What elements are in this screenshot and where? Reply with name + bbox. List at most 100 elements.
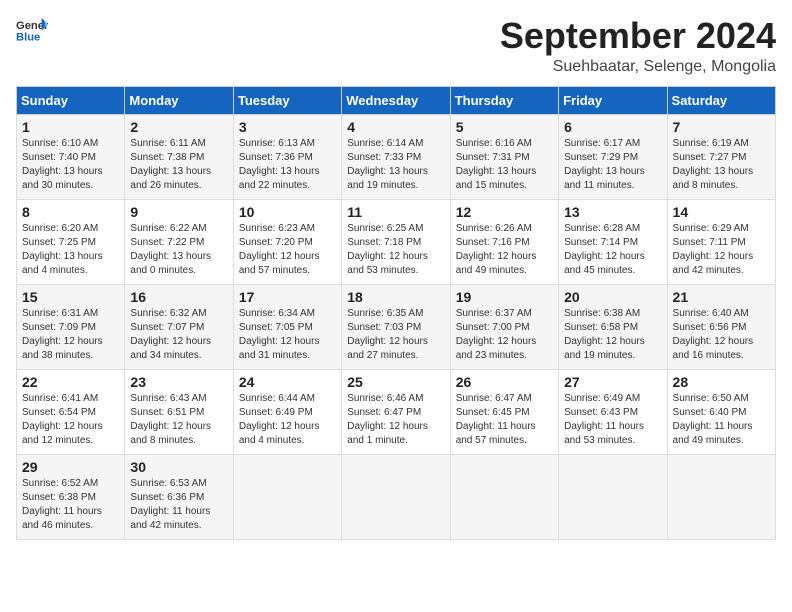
day-info: Sunrise: 6:50 AMSunset: 6:40 PMDaylight:… (673, 392, 770, 448)
day-info: Sunrise: 6:17 AMSunset: 7:29 PMDaylight:… (564, 137, 661, 193)
calendar-cell-0-6: 7 Sunrise: 6:19 AMSunset: 7:27 PMDayligh… (667, 114, 775, 199)
calendar-cell-1-6: 14 Sunrise: 6:29 AMSunset: 7:11 PMDaylig… (667, 199, 775, 284)
location-title: Suehbaatar, Selenge, Mongolia (500, 58, 776, 76)
calendar-table: SundayMondayTuesdayWednesdayThursdayFrid… (16, 86, 776, 540)
page-header: General Blue September 2024 Suehbaatar, … (16, 16, 776, 76)
day-info: Sunrise: 6:20 AMSunset: 7:25 PMDaylight:… (22, 222, 119, 278)
svg-text:Blue: Blue (16, 31, 40, 43)
day-info: Sunrise: 6:22 AMSunset: 7:22 PMDaylight:… (130, 222, 227, 278)
day-info: Sunrise: 6:28 AMSunset: 7:14 PMDaylight:… (564, 222, 661, 278)
day-info: Sunrise: 6:44 AMSunset: 6:49 PMDaylight:… (239, 392, 336, 448)
calendar-cell-3-2: 24 Sunrise: 6:44 AMSunset: 6:49 PMDaylig… (233, 369, 341, 454)
calendar-cell-4-5 (559, 454, 667, 539)
day-number: 30 (130, 459, 227, 475)
day-info: Sunrise: 6:53 AMSunset: 6:36 PMDaylight:… (130, 477, 227, 533)
calendar-cell-4-1: 30 Sunrise: 6:53 AMSunset: 6:36 PMDaylig… (125, 454, 233, 539)
day-info: Sunrise: 6:46 AMSunset: 6:47 PMDaylight:… (347, 392, 444, 448)
day-number: 15 (22, 289, 119, 305)
calendar-week-2: 8 Sunrise: 6:20 AMSunset: 7:25 PMDayligh… (17, 199, 776, 284)
calendar-cell-0-3: 4 Sunrise: 6:14 AMSunset: 7:33 PMDayligh… (342, 114, 450, 199)
calendar-cell-1-5: 13 Sunrise: 6:28 AMSunset: 7:14 PMDaylig… (559, 199, 667, 284)
day-info: Sunrise: 6:10 AMSunset: 7:40 PMDaylight:… (22, 137, 119, 193)
calendar-cell-0-1: 2 Sunrise: 6:11 AMSunset: 7:38 PMDayligh… (125, 114, 233, 199)
day-number: 29 (22, 459, 119, 475)
day-info: Sunrise: 6:35 AMSunset: 7:03 PMDaylight:… (347, 307, 444, 363)
calendar-cell-4-3 (342, 454, 450, 539)
day-number: 23 (130, 374, 227, 390)
day-number: 25 (347, 374, 444, 390)
day-number: 21 (673, 289, 770, 305)
day-info: Sunrise: 6:34 AMSunset: 7:05 PMDaylight:… (239, 307, 336, 363)
day-number: 1 (22, 119, 119, 135)
calendar-cell-3-4: 26 Sunrise: 6:47 AMSunset: 6:45 PMDaylig… (450, 369, 558, 454)
calendar-week-1: 1 Sunrise: 6:10 AMSunset: 7:40 PMDayligh… (17, 114, 776, 199)
calendar-cell-4-2 (233, 454, 341, 539)
calendar-cell-0-2: 3 Sunrise: 6:13 AMSunset: 7:36 PMDayligh… (233, 114, 341, 199)
day-number: 8 (22, 204, 119, 220)
day-number: 18 (347, 289, 444, 305)
day-info: Sunrise: 6:13 AMSunset: 7:36 PMDaylight:… (239, 137, 336, 193)
day-info: Sunrise: 6:25 AMSunset: 7:18 PMDaylight:… (347, 222, 444, 278)
day-info: Sunrise: 6:31 AMSunset: 7:09 PMDaylight:… (22, 307, 119, 363)
day-info: Sunrise: 6:16 AMSunset: 7:31 PMDaylight:… (456, 137, 553, 193)
weekday-header-row: SundayMondayTuesdayWednesdayThursdayFrid… (17, 86, 776, 114)
day-number: 14 (673, 204, 770, 220)
calendar-week-3: 15 Sunrise: 6:31 AMSunset: 7:09 PMDaylig… (17, 284, 776, 369)
calendar-cell-2-1: 16 Sunrise: 6:32 AMSunset: 7:07 PMDaylig… (125, 284, 233, 369)
calendar-cell-2-4: 19 Sunrise: 6:37 AMSunset: 7:00 PMDaylig… (450, 284, 558, 369)
calendar-cell-3-5: 27 Sunrise: 6:49 AMSunset: 6:43 PMDaylig… (559, 369, 667, 454)
weekday-header-monday: Monday (125, 86, 233, 114)
weekday-header-thursday: Thursday (450, 86, 558, 114)
day-info: Sunrise: 6:41 AMSunset: 6:54 PMDaylight:… (22, 392, 119, 448)
calendar-cell-4-6 (667, 454, 775, 539)
day-info: Sunrise: 6:40 AMSunset: 6:56 PMDaylight:… (673, 307, 770, 363)
calendar-cell-1-4: 12 Sunrise: 6:26 AMSunset: 7:16 PMDaylig… (450, 199, 558, 284)
calendar-cell-2-0: 15 Sunrise: 6:31 AMSunset: 7:09 PMDaylig… (17, 284, 125, 369)
day-number: 11 (347, 204, 444, 220)
calendar-cell-1-2: 10 Sunrise: 6:23 AMSunset: 7:20 PMDaylig… (233, 199, 341, 284)
calendar-cell-2-5: 20 Sunrise: 6:38 AMSunset: 6:58 PMDaylig… (559, 284, 667, 369)
day-number: 20 (564, 289, 661, 305)
logo-icon: General Blue (16, 16, 48, 44)
calendar-cell-3-1: 23 Sunrise: 6:43 AMSunset: 6:51 PMDaylig… (125, 369, 233, 454)
calendar-cell-2-6: 21 Sunrise: 6:40 AMSunset: 6:56 PMDaylig… (667, 284, 775, 369)
calendar-cell-0-0: 1 Sunrise: 6:10 AMSunset: 7:40 PMDayligh… (17, 114, 125, 199)
day-number: 17 (239, 289, 336, 305)
calendar-cell-4-0: 29 Sunrise: 6:52 AMSunset: 6:38 PMDaylig… (17, 454, 125, 539)
calendar-cell-3-3: 25 Sunrise: 6:46 AMSunset: 6:47 PMDaylig… (342, 369, 450, 454)
calendar-week-5: 29 Sunrise: 6:52 AMSunset: 6:38 PMDaylig… (17, 454, 776, 539)
day-info: Sunrise: 6:37 AMSunset: 7:00 PMDaylight:… (456, 307, 553, 363)
day-number: 16 (130, 289, 227, 305)
weekday-header-tuesday: Tuesday (233, 86, 341, 114)
day-number: 5 (456, 119, 553, 135)
day-info: Sunrise: 6:23 AMSunset: 7:20 PMDaylight:… (239, 222, 336, 278)
day-number: 6 (564, 119, 661, 135)
weekday-header-sunday: Sunday (17, 86, 125, 114)
weekday-header-friday: Friday (559, 86, 667, 114)
calendar-cell-4-4 (450, 454, 558, 539)
day-number: 22 (22, 374, 119, 390)
day-info: Sunrise: 6:14 AMSunset: 7:33 PMDaylight:… (347, 137, 444, 193)
weekday-header-saturday: Saturday (667, 86, 775, 114)
weekday-header-wednesday: Wednesday (342, 86, 450, 114)
logo: General Blue (16, 16, 48, 44)
day-info: Sunrise: 6:19 AMSunset: 7:27 PMDaylight:… (673, 137, 770, 193)
day-number: 26 (456, 374, 553, 390)
title-block: September 2024 Suehbaatar, Selenge, Mong… (500, 16, 776, 76)
day-info: Sunrise: 6:11 AMSunset: 7:38 PMDaylight:… (130, 137, 227, 193)
day-number: 7 (673, 119, 770, 135)
day-info: Sunrise: 6:43 AMSunset: 6:51 PMDaylight:… (130, 392, 227, 448)
day-info: Sunrise: 6:49 AMSunset: 6:43 PMDaylight:… (564, 392, 661, 448)
calendar-week-4: 22 Sunrise: 6:41 AMSunset: 6:54 PMDaylig… (17, 369, 776, 454)
calendar-cell-3-6: 28 Sunrise: 6:50 AMSunset: 6:40 PMDaylig… (667, 369, 775, 454)
day-number: 28 (673, 374, 770, 390)
day-number: 24 (239, 374, 336, 390)
day-info: Sunrise: 6:29 AMSunset: 7:11 PMDaylight:… (673, 222, 770, 278)
calendar-cell-0-4: 5 Sunrise: 6:16 AMSunset: 7:31 PMDayligh… (450, 114, 558, 199)
calendar-cell-1-3: 11 Sunrise: 6:25 AMSunset: 7:18 PMDaylig… (342, 199, 450, 284)
day-number: 2 (130, 119, 227, 135)
day-number: 27 (564, 374, 661, 390)
day-number: 10 (239, 204, 336, 220)
calendar-cell-0-5: 6 Sunrise: 6:17 AMSunset: 7:29 PMDayligh… (559, 114, 667, 199)
day-info: Sunrise: 6:52 AMSunset: 6:38 PMDaylight:… (22, 477, 119, 533)
